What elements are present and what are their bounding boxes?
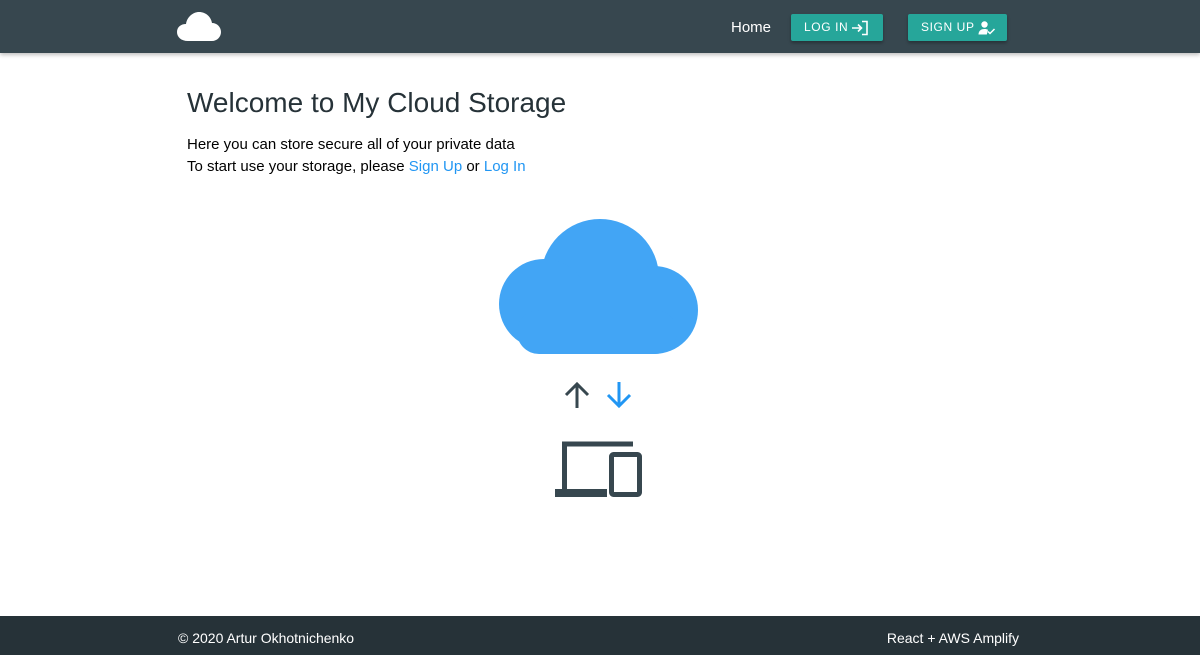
cloud-icon[interactable] — [177, 11, 221, 42]
login-button-label: LOG IN — [804, 20, 849, 34]
intro-cta: To start use your storage, please Sign U… — [187, 158, 526, 176]
login-icon — [852, 20, 868, 36]
intro-cta-prefix: To start use your storage, please — [187, 158, 409, 175]
nav-home-link[interactable]: Home — [731, 19, 771, 36]
cloud-icon — [499, 219, 698, 354]
footer-copyright: © 2020 Artur Okhotnichenko — [178, 630, 355, 646]
login-button[interactable]: LOG IN — [791, 14, 883, 41]
person-check-icon — [978, 21, 996, 35]
footer-tech: React + AWS Amplify — [886, 630, 1019, 646]
intro-cta-or: or — [462, 158, 484, 175]
page-title: Welcome to My Cloud Storage — [187, 87, 567, 118]
signup-link[interactable]: Sign Up — [409, 158, 462, 175]
devices-icon — [555, 441, 642, 497]
arrow-down-icon — [606, 382, 632, 409]
arrow-up-icon — [564, 381, 590, 408]
intro-text: Here you can store secure all of your pr… — [187, 136, 515, 153]
navbar: Home LOG IN SIGN UP — [0, 0, 1200, 53]
footer: © 2020 Artur Okhotnichenko React + AWS A… — [0, 616, 1200, 655]
signup-button[interactable]: SIGN UP — [908, 14, 1007, 41]
signup-button-label: SIGN UP — [921, 20, 975, 34]
login-link[interactable]: Log In — [484, 158, 526, 175]
